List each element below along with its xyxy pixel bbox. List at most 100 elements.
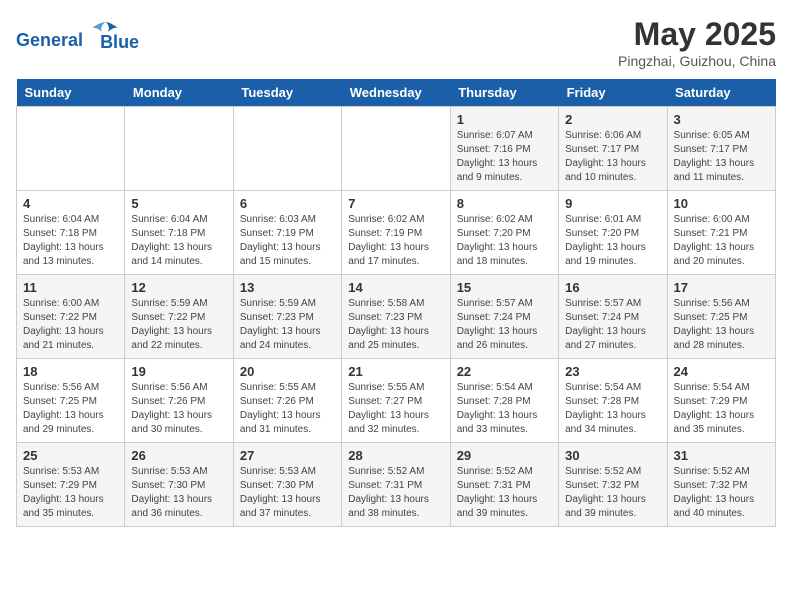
day-number: 29 xyxy=(457,448,552,463)
day-number: 26 xyxy=(131,448,226,463)
calendar-cell xyxy=(125,107,233,191)
calendar-cell: 30 Sunrise: 5:52 AM Sunset: 7:32 PM Dayli… xyxy=(559,443,667,527)
calendar-cell: 21 Sunrise: 5:55 AM Sunset: 7:27 PM Dayli… xyxy=(342,359,450,443)
day-number: 3 xyxy=(674,112,769,127)
day-number: 8 xyxy=(457,196,552,211)
calendar-cell: 13 Sunrise: 5:59 AM Sunset: 7:23 PM Dayli… xyxy=(233,275,341,359)
day-number: 25 xyxy=(23,448,118,463)
day-number: 9 xyxy=(565,196,660,211)
day-number: 24 xyxy=(674,364,769,379)
day-number: 14 xyxy=(348,280,443,295)
day-info: Sunrise: 5:54 AM Sunset: 7:29 PM Dayligh… xyxy=(674,381,769,437)
calendar-cell: 5Sunrise: 6:04 AM Sunset: 7:18 PM Daylig… xyxy=(125,191,233,275)
dow-header-friday: Friday xyxy=(559,79,667,107)
day-number: 4 xyxy=(23,196,118,211)
day-info: Sunrise: 6:04 AM Sunset: 7:18 PM Dayligh… xyxy=(23,213,118,269)
calendar-week-1: 1 Sunrise: 6:07 AM Sunset: 7:16 PM Daylig… xyxy=(17,107,776,191)
day-info: Sunrise: 6:02 AM Sunset: 7:19 PM Dayligh… xyxy=(348,213,443,269)
day-number: 11 xyxy=(23,280,118,295)
day-info: Sunrise: 6:02 AM Sunset: 7:20 PM Dayligh… xyxy=(457,213,552,269)
calendar-cell: 24 Sunrise: 5:54 AM Sunset: 7:29 PM Dayli… xyxy=(667,359,775,443)
day-number: 12 xyxy=(131,280,226,295)
calendar-cell: 25 Sunrise: 5:53 AM Sunset: 7:29 PM Dayli… xyxy=(17,443,125,527)
day-info: Sunrise: 5:53 AM Sunset: 7:30 PM Dayligh… xyxy=(240,465,335,521)
calendar-cell: 7Sunrise: 6:02 AM Sunset: 7:19 PM Daylig… xyxy=(342,191,450,275)
calendar-cell: 11 Sunrise: 6:00 AM Sunset: 7:22 PM Dayli… xyxy=(17,275,125,359)
day-number: 19 xyxy=(131,364,226,379)
calendar-cell: 18 Sunrise: 5:56 AM Sunset: 7:25 PM Dayli… xyxy=(17,359,125,443)
day-info: Sunrise: 5:56 AM Sunset: 7:25 PM Dayligh… xyxy=(23,381,118,437)
day-info: Sunrise: 6:06 AM Sunset: 7:17 PM Dayligh… xyxy=(565,129,660,185)
calendar-cell: 20Sunrise: 5:55 AM Sunset: 7:26 PM Dayli… xyxy=(233,359,341,443)
calendar-cell: 4 Sunrise: 6:04 AM Sunset: 7:18 PM Daylig… xyxy=(17,191,125,275)
calendar-week-5: 25 Sunrise: 5:53 AM Sunset: 7:29 PM Dayli… xyxy=(17,443,776,527)
day-info: Sunrise: 5:54 AM Sunset: 7:28 PM Dayligh… xyxy=(565,381,660,437)
day-info: Sunrise: 6:00 AM Sunset: 7:21 PM Dayligh… xyxy=(674,213,769,269)
dow-header-monday: Monday xyxy=(125,79,233,107)
day-number: 2 xyxy=(565,112,660,127)
day-info: Sunrise: 6:03 AM Sunset: 7:19 PM Dayligh… xyxy=(240,213,335,269)
calendar-cell: 2 Sunrise: 6:06 AM Sunset: 7:17 PM Daylig… xyxy=(559,107,667,191)
calendar-cell: 16 Sunrise: 5:57 AM Sunset: 7:24 PM Dayli… xyxy=(559,275,667,359)
day-info: Sunrise: 6:07 AM Sunset: 7:16 PM Dayligh… xyxy=(457,129,552,185)
day-info: Sunrise: 5:54 AM Sunset: 7:28 PM Dayligh… xyxy=(457,381,552,437)
calendar-cell: 3 Sunrise: 6:05 AM Sunset: 7:17 PM Daylig… xyxy=(667,107,775,191)
day-number: 22 xyxy=(457,364,552,379)
calendar-cell xyxy=(17,107,125,191)
month-year-title: May 2025 xyxy=(618,16,776,53)
calendar-cell xyxy=(233,107,341,191)
calendar-cell: 29Sunrise: 5:52 AM Sunset: 7:31 PM Dayli… xyxy=(450,443,558,527)
calendar-cell: 15 Sunrise: 5:57 AM Sunset: 7:24 PM Dayli… xyxy=(450,275,558,359)
day-info: Sunrise: 5:56 AM Sunset: 7:26 PM Dayligh… xyxy=(131,381,226,437)
day-number: 27 xyxy=(240,448,335,463)
calendar-cell: 17Sunrise: 5:56 AM Sunset: 7:25 PM Dayli… xyxy=(667,275,775,359)
day-info: Sunrise: 5:57 AM Sunset: 7:24 PM Dayligh… xyxy=(457,297,552,353)
calendar-cell: 12 Sunrise: 5:59 AM Sunset: 7:22 PM Dayli… xyxy=(125,275,233,359)
day-info: Sunrise: 5:57 AM Sunset: 7:24 PM Dayligh… xyxy=(565,297,660,353)
calendar-cell: 28 Sunrise: 5:52 AM Sunset: 7:31 PM Dayli… xyxy=(342,443,450,527)
logo-blue: Blue xyxy=(100,32,139,53)
day-info: Sunrise: 6:04 AM Sunset: 7:18 PM Dayligh… xyxy=(131,213,226,269)
calendar-week-3: 11 Sunrise: 6:00 AM Sunset: 7:22 PM Dayli… xyxy=(17,275,776,359)
day-info: Sunrise: 6:00 AM Sunset: 7:22 PM Dayligh… xyxy=(23,297,118,353)
day-info: Sunrise: 5:59 AM Sunset: 7:23 PM Dayligh… xyxy=(240,297,335,353)
calendar-cell: 19 Sunrise: 5:56 AM Sunset: 7:26 PM Dayli… xyxy=(125,359,233,443)
calendar-cell: 22 Sunrise: 5:54 AM Sunset: 7:28 PM Dayli… xyxy=(450,359,558,443)
day-number: 6 xyxy=(240,196,335,211)
logo-general: General xyxy=(16,30,83,50)
calendar-cell: 23Sunrise: 5:54 AM Sunset: 7:28 PM Dayli… xyxy=(559,359,667,443)
calendar-cell: 10Sunrise: 6:00 AM Sunset: 7:21 PM Dayli… xyxy=(667,191,775,275)
day-info: Sunrise: 6:01 AM Sunset: 7:20 PM Dayligh… xyxy=(565,213,660,269)
day-info: Sunrise: 5:52 AM Sunset: 7:31 PM Dayligh… xyxy=(348,465,443,521)
day-number: 16 xyxy=(565,280,660,295)
day-number: 21 xyxy=(348,364,443,379)
day-number: 13 xyxy=(240,280,335,295)
calendar-cell: 27 Sunrise: 5:53 AM Sunset: 7:30 PM Dayli… xyxy=(233,443,341,527)
day-info: Sunrise: 5:52 AM Sunset: 7:32 PM Dayligh… xyxy=(565,465,660,521)
day-info: Sunrise: 5:52 AM Sunset: 7:32 PM Dayligh… xyxy=(674,465,769,521)
calendar-cell: 6 Sunrise: 6:03 AM Sunset: 7:19 PM Daylig… xyxy=(233,191,341,275)
day-number: 1 xyxy=(457,112,552,127)
day-number: 18 xyxy=(23,364,118,379)
calendar-cell: 31Sunrise: 5:52 AM Sunset: 7:32 PM Dayli… xyxy=(667,443,775,527)
dow-header-sunday: Sunday xyxy=(17,79,125,107)
dow-header-wednesday: Wednesday xyxy=(342,79,450,107)
day-info: Sunrise: 5:58 AM Sunset: 7:23 PM Dayligh… xyxy=(348,297,443,353)
calendar-cell: 14 Sunrise: 5:58 AM Sunset: 7:23 PM Dayli… xyxy=(342,275,450,359)
calendar-cell: 9 Sunrise: 6:01 AM Sunset: 7:20 PM Daylig… xyxy=(559,191,667,275)
day-number: 15 xyxy=(457,280,552,295)
day-info: Sunrise: 5:59 AM Sunset: 7:22 PM Dayligh… xyxy=(131,297,226,353)
day-number: 20 xyxy=(240,364,335,379)
calendar-cell: 1 Sunrise: 6:07 AM Sunset: 7:16 PM Daylig… xyxy=(450,107,558,191)
location-subtitle: Pingzhai, Guizhou, China xyxy=(618,53,776,69)
day-info: Sunrise: 5:56 AM Sunset: 7:25 PM Dayligh… xyxy=(674,297,769,353)
day-info: Sunrise: 5:55 AM Sunset: 7:27 PM Dayligh… xyxy=(348,381,443,437)
day-number: 28 xyxy=(348,448,443,463)
day-info: Sunrise: 5:53 AM Sunset: 7:29 PM Dayligh… xyxy=(23,465,118,521)
day-info: Sunrise: 6:05 AM Sunset: 7:17 PM Dayligh… xyxy=(674,129,769,185)
logo: General Blue xyxy=(16,16,139,53)
dow-header-saturday: Saturday xyxy=(667,79,775,107)
day-number: 30 xyxy=(565,448,660,463)
calendar-cell xyxy=(342,107,450,191)
calendar-week-4: 18 Sunrise: 5:56 AM Sunset: 7:25 PM Dayli… xyxy=(17,359,776,443)
